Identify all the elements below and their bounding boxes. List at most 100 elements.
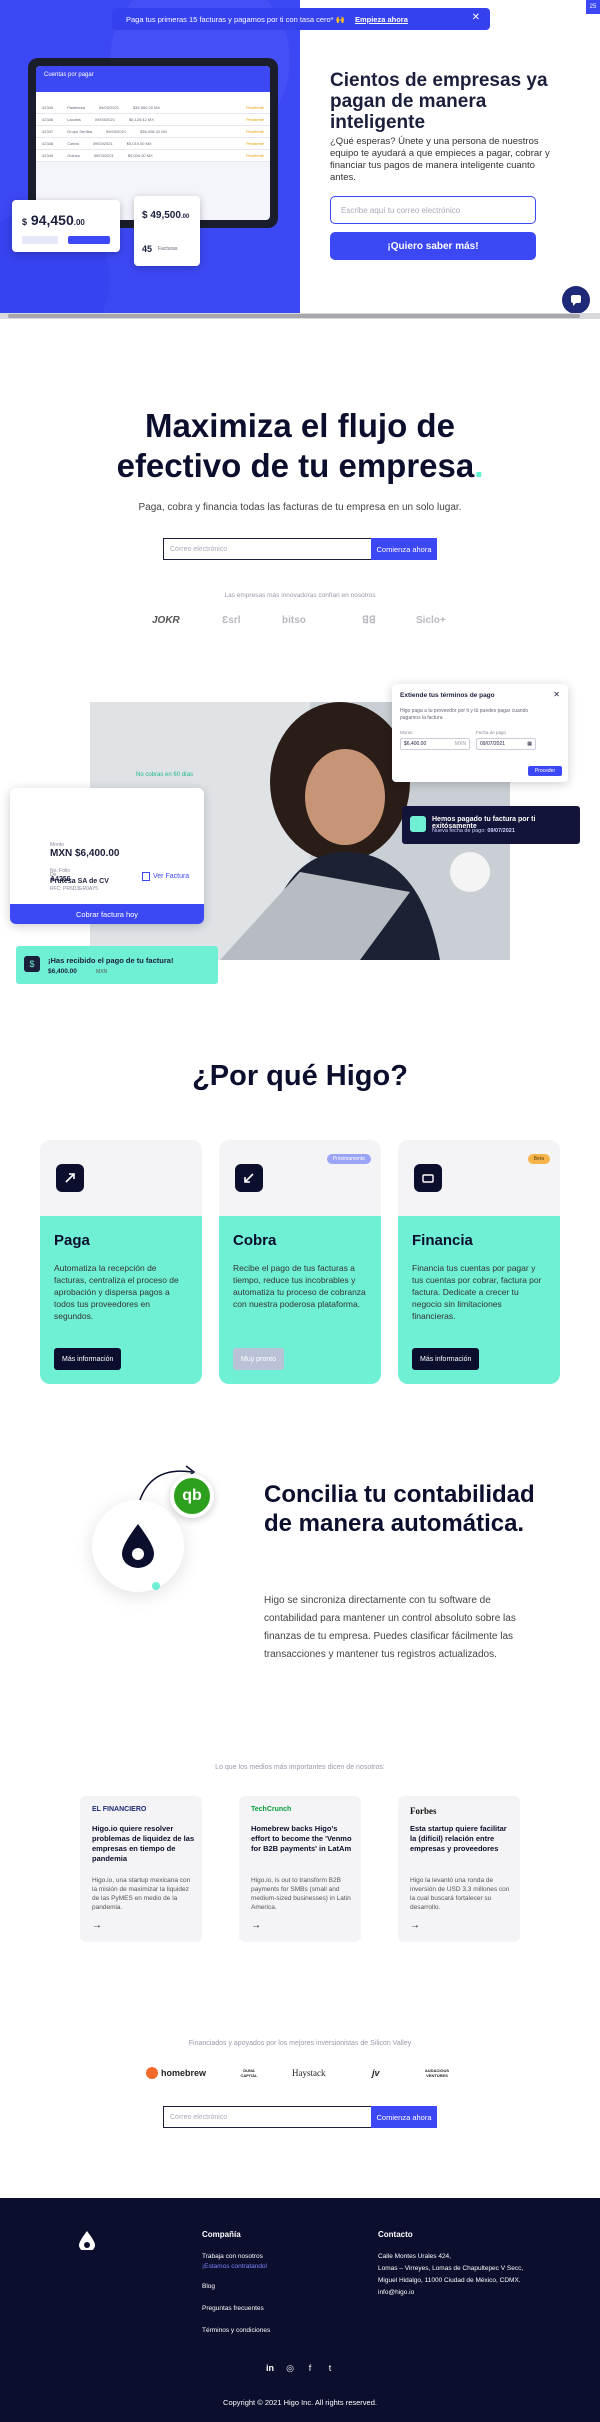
press-text: Higo.io, una startup mexicana con la mis… bbox=[92, 1877, 191, 1911]
coming-soon-button[interactable]: Muy pronto bbox=[233, 1348, 285, 1370]
main-title-line1: Maximiza el flujo de bbox=[145, 407, 455, 444]
logo-jokr: JOKR bbox=[152, 614, 180, 626]
fecha-value: 09/07/2021 bbox=[480, 741, 506, 747]
feature-card-cobra: Próximamente Cobra Recibe el pago de tus… bbox=[219, 1140, 381, 1384]
more-info-button[interactable]: Más información bbox=[412, 1348, 480, 1370]
press-card-techcrunch[interactable]: TechCrunch Homebrew backs Higo's effort … bbox=[239, 1796, 361, 1942]
company-rfc: RFC: PR6D3ER0AY5 bbox=[50, 886, 98, 892]
footer-link-terms[interactable]: Términos y condiciones bbox=[202, 2326, 270, 2335]
table-cell: $5,010.00 MX bbox=[126, 141, 152, 146]
dollar-icon: $ bbox=[24, 956, 40, 972]
collect-icon bbox=[235, 1164, 263, 1192]
press-title: Esta startup quiere facilitar la (difíci… bbox=[410, 1824, 507, 1853]
dark-toast-sub: Nueva fecha de pago: bbox=[432, 828, 486, 834]
table-cell: 09/03/2021 bbox=[98, 105, 119, 110]
table-cell: Guinso bbox=[67, 153, 80, 158]
footer-email-link[interactable]: info@higo.io bbox=[378, 2288, 414, 2297]
twitter-icon[interactable]: t bbox=[324, 2362, 336, 2374]
footer-link-faq[interactable]: Preguntas frecuentes bbox=[202, 2304, 264, 2313]
footer-link-hiring[interactable]: ¡Estamos contratando! bbox=[202, 2262, 267, 2271]
monto-currency: MXN bbox=[454, 741, 466, 747]
feature-text: Recibe el pago de tus facturas a tiempo,… bbox=[233, 1263, 366, 1309]
table-cell: 09/03/2021 bbox=[94, 117, 115, 122]
hero-title: Cientos de empresas ya pagan de manera i… bbox=[330, 70, 548, 133]
balance-currency: $ bbox=[22, 217, 28, 227]
banner-cta-link[interactable]: Empieza ahora bbox=[355, 15, 408, 24]
more-info-button[interactable]: Más información bbox=[54, 1348, 122, 1370]
feature-title: Paga bbox=[54, 1232, 90, 1249]
start-now-button[interactable]: Comienza ahora bbox=[371, 538, 437, 560]
screen-title: Cuentas por pagar bbox=[36, 66, 270, 92]
table-cell: 42347 bbox=[42, 129, 54, 134]
higo-drop-icon bbox=[122, 1524, 154, 1568]
monto-value: $6,400.00 bbox=[404, 741, 427, 747]
table-cell: Lacobis bbox=[67, 117, 81, 122]
address-line: Miguel Hidalgo, 11000 Ciudad de México, … bbox=[378, 2277, 521, 2284]
footer-link-blog[interactable]: Blog bbox=[202, 2282, 215, 2291]
press-card-forbes[interactable]: Forbes Esta startup quiere facilitar la … bbox=[398, 1796, 520, 1942]
status-badge: Pendiente bbox=[245, 105, 264, 110]
main-title: Maximiza el flujo de efectivo de tu empr… bbox=[60, 406, 540, 486]
hero-email-input[interactable]: Escribe aquí tu correo electrónico bbox=[330, 196, 536, 224]
main-title-line2: efectivo de tu empresa bbox=[116, 447, 475, 484]
balance-card: $ 94,450.00 bbox=[12, 200, 120, 252]
source-logo: Forbes bbox=[410, 1806, 437, 1816]
start-now-button-2[interactable]: Comienza ahora bbox=[371, 2106, 437, 2128]
hero-section: Cuentas por pagar 42345 Pasfetesa 09/03/20… bbox=[0, 0, 600, 319]
toast-amount: $6,400.00 bbox=[48, 968, 77, 975]
press-text: Higo.io, is out to transform B2B payment… bbox=[251, 1877, 351, 1911]
balance-cents: .00 bbox=[73, 218, 85, 227]
chat-icon[interactable] bbox=[562, 286, 590, 314]
email-signup-form-2: Correo electrónico Comienza ahora bbox=[163, 2106, 437, 2128]
feature-title: Cobra bbox=[233, 1232, 277, 1249]
email-input[interactable]: Correo electrónico bbox=[163, 538, 371, 560]
terms-text: Higo paga a tu proveedor por ti y tú pue… bbox=[400, 708, 529, 721]
title-accent-dot: . bbox=[474, 447, 484, 484]
banner-close-icon[interactable]: ✕ bbox=[472, 12, 480, 23]
close-icon[interactable]: ✕ bbox=[553, 690, 560, 699]
status-pill: No cobras en 60 días bbox=[136, 772, 194, 778]
terms-title: Extiende tus términos de pago bbox=[400, 692, 495, 699]
logo-bitso: bitso bbox=[282, 614, 306, 626]
table-row: 42348 Cotela 09/03/2021 $5,010.00 MX Pendien… bbox=[36, 138, 270, 150]
logo-esrl: Ɛsrl bbox=[222, 614, 241, 626]
why-title: ¿Por qué Higo? bbox=[192, 1060, 408, 1092]
instagram-icon[interactable]: ◎ bbox=[284, 2362, 296, 2374]
table-row: 42349 Guinso 09/03/2021 $9,000.00 MX Pendien… bbox=[36, 150, 270, 162]
calendar-icon: ▦ bbox=[527, 741, 532, 747]
fecha-input[interactable]: 09/07/2021 ▦ bbox=[476, 738, 536, 750]
footer: Compañía Trabaja con nosotros ¡Estamos c… bbox=[0, 2198, 600, 2422]
footer-link-careers[interactable]: Trabaja con nosotros bbox=[202, 2252, 263, 2261]
view-invoice-link[interactable]: Ver Factura bbox=[142, 872, 189, 881]
proceed-button[interactable]: Proceder bbox=[528, 766, 562, 776]
table-row: 42347 Grupo Sertiba 09/03/2021 $36,008.32 M… bbox=[36, 126, 270, 138]
logo-audacious: AUDACIOUS VENTURES bbox=[424, 2068, 450, 2078]
invoice-amount: MXN $6,400.00 bbox=[50, 848, 120, 859]
facebook-icon[interactable]: f bbox=[304, 2362, 316, 2374]
email-input-2[interactable]: Correo electrónico bbox=[163, 2106, 371, 2128]
fecha-label: Fecha de pago bbox=[476, 730, 507, 735]
status-badge: Pendiente bbox=[245, 129, 264, 134]
hero-submit-button[interactable]: ¡Quiero saber más! bbox=[330, 232, 536, 260]
status-badge: Pendiente bbox=[245, 153, 264, 158]
table-cell: $9,000.00 MX bbox=[127, 153, 153, 158]
balance-amount: 94,450 bbox=[30, 212, 74, 228]
coming-soon-badge: Próximamente bbox=[326, 1154, 371, 1164]
email-signup-form: Correo electrónico Comienza ahora bbox=[163, 538, 437, 560]
arrow-right-icon[interactable]: → bbox=[92, 1920, 102, 1931]
press-card-elfinanciero[interactable]: EL FINANCIERO Higo.io quiere resolver pr… bbox=[80, 1796, 202, 1942]
accent-dot bbox=[152, 1582, 160, 1590]
mock-table: 42345 Pasfetesa 09/03/2021 $35,560.20 MX Pen… bbox=[36, 102, 270, 162]
monto-input[interactable]: $6,400.00 MXN bbox=[400, 738, 470, 750]
arrow-right-icon[interactable]: → bbox=[251, 1920, 261, 1931]
higo-footer-logo-icon[interactable] bbox=[78, 2230, 96, 2250]
check-icon bbox=[410, 816, 426, 832]
source-logo: TechCrunch bbox=[251, 1806, 292, 1813]
linkedin-icon[interactable]: in bbox=[264, 2362, 276, 2374]
arrow-right-icon[interactable]: → bbox=[410, 1920, 420, 1931]
finance-icon bbox=[414, 1164, 442, 1192]
horizontal-scrollbar[interactable] bbox=[0, 313, 600, 319]
collect-invoice-button[interactable]: Cobrar factura hoy bbox=[10, 904, 204, 924]
scrollbar-thumb[interactable] bbox=[8, 314, 580, 318]
table-cell: Pasfetesa bbox=[67, 105, 85, 110]
